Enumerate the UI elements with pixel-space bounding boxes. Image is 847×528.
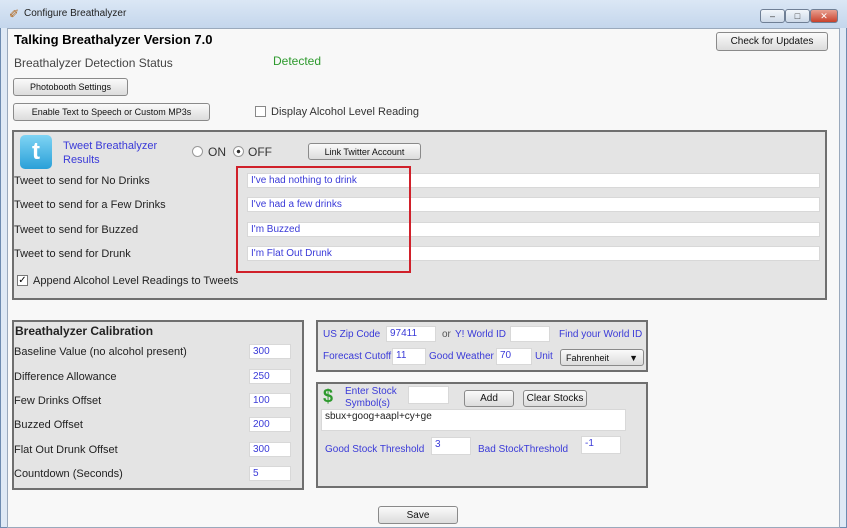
unit-value: Fahrenheit — [566, 352, 610, 363]
twitter-title-1: Tweet Breathalyzer — [63, 140, 158, 152]
zip-input[interactable]: 97411 — [386, 326, 436, 342]
chevron-down-icon: ▼ — [629, 352, 638, 363]
enter-stock-label-2: Symbol(s) — [345, 398, 391, 409]
close-button[interactable]: ✕ — [810, 9, 838, 23]
good-stock-label: Good Stock Threshold — [325, 444, 425, 455]
calibration-input[interactable]: 100 — [249, 393, 291, 408]
calibration-title: Breathalyzer Calibration — [15, 324, 154, 338]
calibration-label: Few Drinks Offset — [14, 395, 102, 407]
window-title: Configure Breathalyzer — [24, 8, 127, 19]
zip-label: US Zip Code — [323, 329, 381, 340]
app-title: Talking Breathalyzer Version 7.0 — [14, 32, 213, 47]
bad-stock-label: Bad StockThreshold — [478, 444, 569, 455]
find-world-id-link[interactable]: Find your World ID — [559, 329, 642, 340]
good-weather-label: Good Weather — [429, 351, 494, 362]
tweet-label: Tweet to send for a Few Drinks — [14, 199, 166, 211]
display-alcohol-checkbox[interactable] — [255, 106, 266, 117]
check-updates-button[interactable]: Check for Updates — [716, 32, 828, 51]
unit-select[interactable]: Fahrenheit ▼ — [560, 349, 644, 366]
enter-stock-label-1: Enter Stock — [345, 386, 397, 397]
off-label: OFF — [248, 145, 272, 159]
off-radio[interactable] — [233, 146, 244, 157]
unit-label: Unit — [535, 351, 553, 362]
twitter-title-2: Results — [63, 154, 100, 166]
on-label: ON — [208, 145, 226, 159]
cutoff-label: Forecast Cutoff — [323, 351, 392, 362]
title-bar: ✐ Configure Breathalyzer – □ ✕ — [0, 0, 847, 28]
add-button[interactable]: Add — [464, 390, 514, 407]
bad-stock-input[interactable]: -1 — [581, 436, 621, 454]
link-twitter-button[interactable]: Link Twitter Account — [308, 143, 421, 160]
world-id-label: Y! World ID — [455, 329, 506, 340]
twitter-icon: t — [20, 135, 52, 169]
calibration-label: Flat Out Drunk Offset — [14, 444, 118, 456]
stock-symbol-input[interactable] — [408, 386, 449, 404]
stock-list-input[interactable]: sbux+goog+aapl+cy+ge — [321, 409, 626, 431]
tts-button[interactable]: Enable Text to Speech or Custom MP3s — [13, 103, 210, 121]
photobooth-settings-button[interactable]: Photobooth Settings — [13, 78, 128, 96]
calibration-label: Difference Allowance — [14, 371, 117, 383]
calibration-input[interactable]: 300 — [249, 344, 291, 359]
calibration-label: Countdown (Seconds) — [14, 468, 123, 480]
tweet-label: Tweet to send for No Drinks — [14, 175, 150, 187]
minimize-button[interactable]: – — [760, 9, 785, 23]
good-weather-input[interactable]: 70 — [496, 348, 532, 365]
app-icon: ✐ — [9, 7, 20, 21]
calibration-label: Baseline Value (no alcohol present) — [14, 346, 187, 358]
maximize-button[interactable]: □ — [785, 9, 810, 23]
detection-label: Breathalyzer Detection Status — [14, 56, 173, 70]
on-radio[interactable] — [192, 146, 203, 157]
calibration-input[interactable]: 5 — [249, 466, 291, 481]
world-id-input[interactable] — [510, 326, 550, 342]
append-checkbox[interactable]: ✓ — [17, 275, 28, 286]
highlight-box — [236, 166, 411, 273]
or-label: or — [442, 329, 451, 340]
calibration-input[interactable]: 300 — [249, 442, 291, 457]
cutoff-input[interactable]: 11 — [392, 348, 426, 365]
display-alcohol-label: Display Alcohol Level Reading — [271, 106, 419, 118]
clear-stocks-button[interactable]: Clear Stocks — [523, 390, 587, 407]
detection-status: Detected — [273, 54, 322, 68]
calibration-input[interactable]: 250 — [249, 369, 291, 384]
good-stock-input[interactable]: 3 — [431, 437, 471, 455]
tweet-label: Tweet to send for Drunk — [14, 248, 131, 260]
calibration-label: Buzzed Offset — [14, 419, 83, 431]
append-label: Append Alcohol Level Readings to Tweets — [33, 275, 239, 287]
calibration-input[interactable]: 200 — [249, 417, 291, 432]
dollar-icon: $ — [323, 386, 334, 406]
save-button[interactable]: Save — [378, 506, 458, 524]
tweet-label: Tweet to send for Buzzed — [14, 224, 139, 236]
